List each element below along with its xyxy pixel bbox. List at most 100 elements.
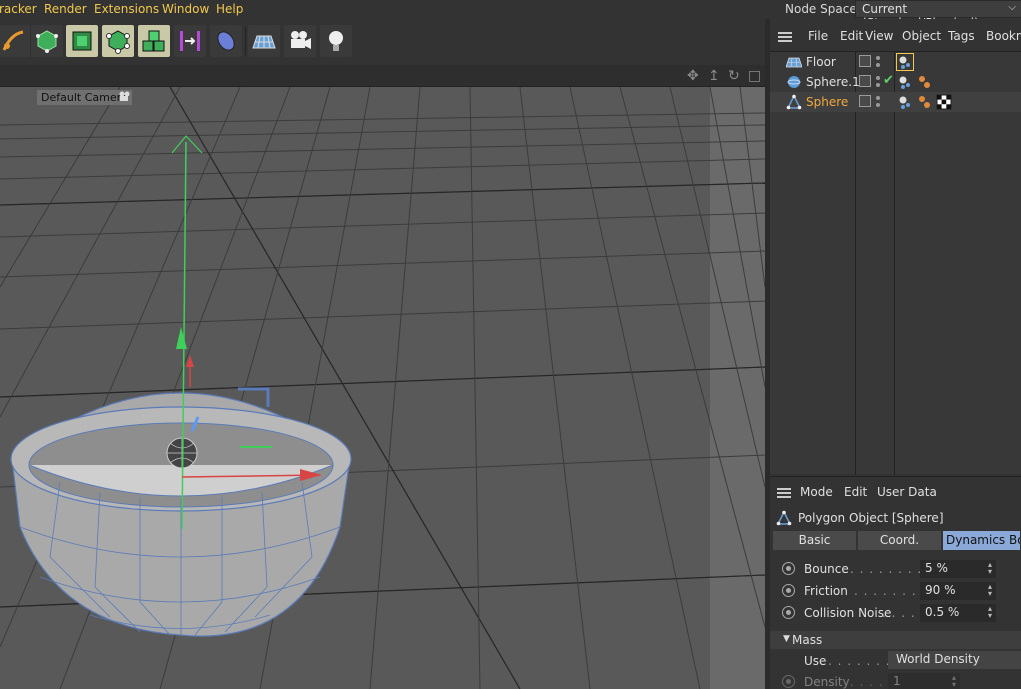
subdivision-cube-icon[interactable] — [66, 25, 98, 57]
collapse-triangle-icon[interactable]: ▼ — [783, 634, 790, 644]
node-space-select[interactable]: Current (Standard/Physical) ⌵ — [855, 0, 1021, 30]
animate-radio-icon[interactable] — [782, 562, 795, 575]
menu-extensions[interactable]: Extensions — [94, 2, 159, 16]
3d-viewport[interactable]: Default Camera — [0, 87, 765, 689]
property-bounce: Bounce . . . . . . . . . . . 5 % ▴ ▾ — [770, 559, 1021, 579]
menu-help[interactable]: Help — [216, 2, 243, 16]
chevron-down-icon: ⌵ — [1008, 2, 1016, 13]
menu-window[interactable]: Window — [162, 2, 209, 16]
object-manager: File Edit View Object Tags Bookm Floor S… — [770, 19, 1021, 475]
am-menu-user-data[interactable]: User Data — [877, 485, 937, 499]
om-menu-view[interactable]: View — [865, 29, 893, 43]
camera-icon — [119, 91, 130, 101]
object-row-floor[interactable]: Floor — [770, 52, 1021, 72]
menu-render[interactable]: Render — [44, 2, 87, 16]
rigid-body-tag-icon[interactable] — [897, 74, 913, 90]
node-space-label: Node Space: — [785, 2, 861, 16]
property-friction: Friction . . . . . . . . . . 90 % ▴ ▾ — [770, 581, 1021, 601]
om-menu-bookmarks[interactable]: Bookm — [986, 29, 1021, 43]
camera-icon[interactable] — [284, 25, 316, 57]
enabled-check-icon[interactable]: ✔ — [883, 73, 894, 88]
spinner-icon[interactable]: ▴ ▾ — [988, 605, 992, 620]
attribute-manager: Mode Edit User Data Polygon Object [Sphe… — [770, 476, 1021, 689]
om-menu-file[interactable]: File — [808, 29, 828, 43]
animate-radio-icon — [782, 675, 795, 688]
spinner-icon: ▴ ▾ — [951, 673, 956, 689]
field-value: 1 — [893, 674, 901, 688]
animate-radio-icon[interactable] — [782, 606, 795, 619]
om-menu-tags[interactable]: Tags — [948, 29, 975, 43]
spinner-icon[interactable]: ▴ ▾ — [988, 561, 992, 576]
group-label: Mass — [792, 633, 823, 647]
menu-tracker[interactable]: racker — [0, 2, 37, 16]
om-menu-object[interactable]: Object — [902, 29, 941, 43]
collision-noise-field[interactable]: 0.5 % ▴ ▾ — [920, 604, 996, 622]
rigid-body-tag-icon[interactable] — [896, 53, 914, 71]
visibility-toggle[interactable] — [859, 55, 871, 67]
checker-tag-icon[interactable] — [936, 94, 952, 110]
object-row-sphere[interactable]: Sphere — [770, 92, 1021, 112]
rigid-body-tag-icon[interactable] — [897, 94, 913, 110]
editor-render-dots[interactable] — [876, 95, 881, 109]
object-name[interactable]: Sphere — [806, 95, 848, 109]
visibility-toggle[interactable] — [859, 95, 871, 107]
object-row-sphere-1[interactable]: Sphere.1 ✔ — [770, 72, 1021, 92]
menubar: racker Render Extensions Window Help Nod… — [0, 0, 1021, 30]
mograph-cloner-icon[interactable] — [138, 25, 170, 57]
rotate-view-icon[interactable]: ↻ — [728, 68, 740, 84]
field-value: 0.5 % — [925, 605, 960, 619]
object-name[interactable]: Floor — [806, 55, 836, 69]
object-title: Polygon Object [Sphere] — [798, 511, 944, 525]
attribute-tabs: Basic Coord. Dynamics Body — [773, 531, 1021, 550]
zoom-view-icon[interactable]: ↥ — [708, 68, 720, 84]
am-menu-edit[interactable]: Edit — [844, 485, 867, 499]
polygon-icon — [776, 510, 792, 526]
column-divider — [894, 52, 895, 475]
am-menu-mode[interactable]: Mode — [800, 485, 833, 499]
editor-render-dots[interactable] — [876, 55, 881, 69]
editor-render-dots[interactable] — [876, 75, 881, 89]
toolbar-separator — [245, 27, 246, 55]
density-field: 1 ▴ ▾ — [888, 673, 960, 689]
mass-group-header[interactable]: ▼ Mass — [770, 631, 1021, 649]
property-collision-noise: Collision Noise . . . . . 0.5 % ▴ ▾ — [770, 603, 1021, 623]
maximize-view-icon[interactable]: □ — [748, 68, 761, 84]
animate-radio-icon[interactable] — [782, 584, 795, 597]
property-dots: . . . . . — [882, 606, 926, 620]
visibility-toggle[interactable] — [859, 75, 871, 87]
sphere-icon — [787, 76, 801, 88]
property-density: Density . . . . . . . 1 ▴ ▾ — [770, 672, 1021, 689]
property-label: Bounce — [804, 562, 849, 576]
deformer-cube-icon[interactable] — [102, 25, 134, 57]
tab-coord[interactable]: Coord. — [858, 531, 942, 550]
object-list: Floor Sphere.1 ✔ Sphere — [770, 51, 1021, 475]
bounce-field[interactable]: 5 % ▴ ▾ — [920, 560, 996, 578]
polygon-icon — [786, 94, 802, 110]
spinner-icon[interactable]: ▴ ▾ — [988, 583, 992, 598]
tab-basic[interactable]: Basic — [773, 531, 857, 550]
tab-dynamics-body[interactable]: Dynamics Body — [943, 531, 1021, 550]
material-tag-icon[interactable] — [916, 74, 932, 90]
field-value: 90 % — [925, 583, 956, 597]
floor-icon — [786, 57, 802, 68]
property-label: Density — [804, 675, 850, 689]
property-label: Use — [804, 654, 827, 668]
property-use: Use . . . . . . . . World Density — [770, 651, 1021, 671]
column-divider — [855, 52, 856, 475]
effector-icon[interactable] — [210, 25, 242, 57]
object-name[interactable]: Sphere.1 — [806, 75, 860, 89]
generator-cube-icon[interactable] — [31, 25, 63, 57]
hamburger-menu-icon[interactable] — [777, 488, 791, 498]
floor-icon[interactable] — [248, 25, 280, 57]
material-tag-icon[interactable] — [916, 94, 932, 110]
field-value: 5 % — [925, 561, 948, 575]
move-view-icon[interactable]: ✥ — [687, 68, 699, 84]
friction-field[interactable]: 90 % ▴ ▾ — [920, 582, 996, 600]
light-icon[interactable] — [320, 25, 352, 57]
property-label: Friction — [804, 584, 848, 598]
hamburger-menu-icon[interactable] — [778, 32, 792, 42]
om-menu-edit[interactable]: Edit — [840, 29, 863, 43]
pen-spline-icon[interactable] — [0, 25, 30, 57]
field-icon[interactable] — [174, 25, 206, 57]
use-dropdown[interactable]: World Density — [888, 651, 1021, 669]
